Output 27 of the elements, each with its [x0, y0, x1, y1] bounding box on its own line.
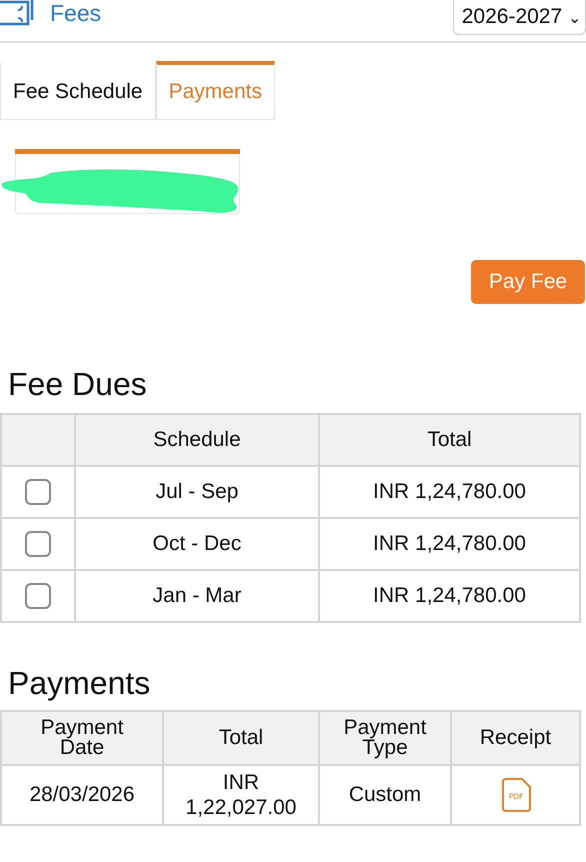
table-cell: INR 1,24,780.00 — [319, 518, 580, 570]
checkbox[interactable] — [25, 583, 51, 609]
table-cell: 28/03/2026 — [1, 765, 163, 825]
column-header: Total — [163, 711, 319, 765]
table-cell: INR 1,24,780.00 — [319, 570, 580, 622]
page-title: Fees — [50, 0, 102, 26]
column-header: Receipt — [451, 711, 580, 765]
checkbox[interactable] — [25, 531, 51, 557]
checkbox[interactable] — [25, 479, 51, 505]
year-dropdown[interactable]: 2026-2027 ⌄ — [452, 0, 586, 35]
banknote-icon — [0, 0, 36, 28]
table-cell: Jul - Sep — [75, 466, 319, 518]
table-cell: INR 1,24,780.00 — [319, 466, 580, 518]
column-header: Schedule — [75, 414, 319, 466]
table-cell: Oct - Dec — [75, 518, 319, 570]
tab[interactable]: Payments — [156, 61, 275, 120]
column-header: Payment Date — [1, 711, 163, 765]
pay-fee-button[interactable]: Pay Fee — [471, 260, 585, 304]
table-cell: Custom — [319, 765, 451, 825]
tab[interactable]: Fee Schedule — [0, 61, 156, 120]
section-heading: Payments — [8, 665, 152, 702]
redacted-card-drawing[interactable] — [0, 149, 240, 215]
table-cell: Jan - Mar — [75, 570, 319, 622]
table-cell: INR 1,22,027.00 — [163, 765, 319, 825]
column-header: Payment Type — [319, 711, 451, 765]
column-header: Total — [319, 414, 580, 466]
section-heading: Fee Dues — [8, 366, 148, 403]
